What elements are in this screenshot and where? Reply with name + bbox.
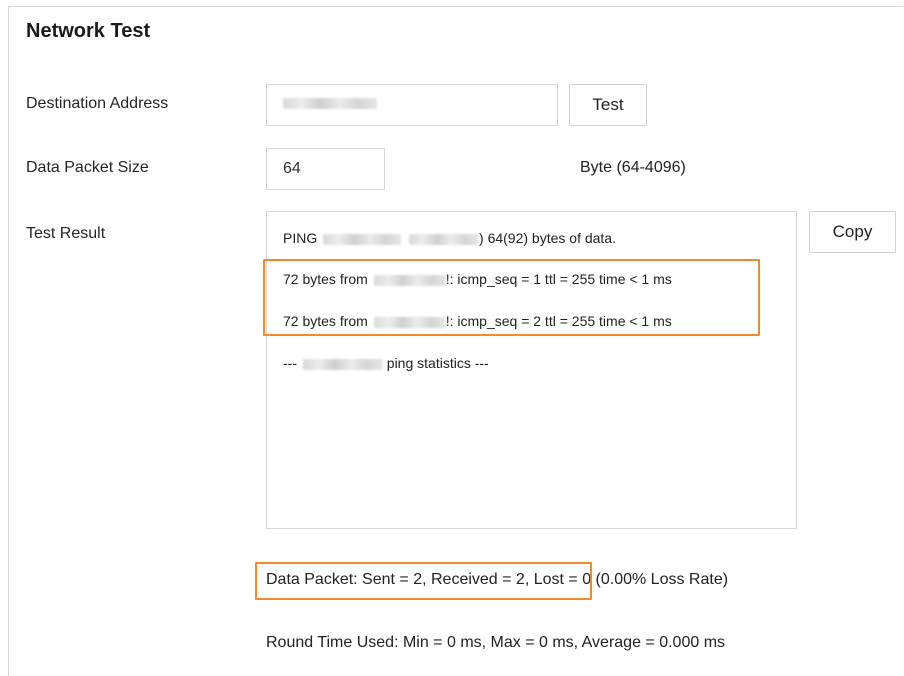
packet-size-input[interactable]: 64 [266, 148, 385, 190]
test-result-label: Test Result [26, 225, 106, 242]
destination-address-input[interactable] [266, 84, 558, 126]
redacted-address [283, 98, 377, 110]
redacted-host [323, 233, 402, 245]
copy-button[interactable]: Copy [809, 211, 896, 253]
packet-size-label: Data Packet Size [26, 159, 149, 176]
ping-statistics-line: --- ping statistics --- [283, 355, 489, 371]
redacted-ip [409, 233, 480, 245]
ping-header-suffix: ) 64(92) bytes of data. [479, 230, 616, 246]
page-title: Network Test [26, 20, 151, 42]
packet-size-hint: Byte (64-4096) [580, 159, 686, 176]
test-button[interactable]: Test [569, 84, 647, 126]
packet-summary-highlight [255, 562, 592, 600]
stats-prefix: --- [283, 355, 297, 371]
destination-address-label: Destination Address [26, 95, 169, 112]
redacted-host [302, 358, 383, 370]
round-time-summary: Round Time Used: Min = 0 ms, Max = 0 ms,… [266, 634, 726, 651]
reply-lines-highlight [263, 259, 760, 336]
stats-suffix: ping statistics --- [386, 355, 489, 371]
ping-header-prefix: PING [283, 230, 318, 246]
ping-header-line: PING ) 64(92) bytes of data. [283, 230, 616, 246]
